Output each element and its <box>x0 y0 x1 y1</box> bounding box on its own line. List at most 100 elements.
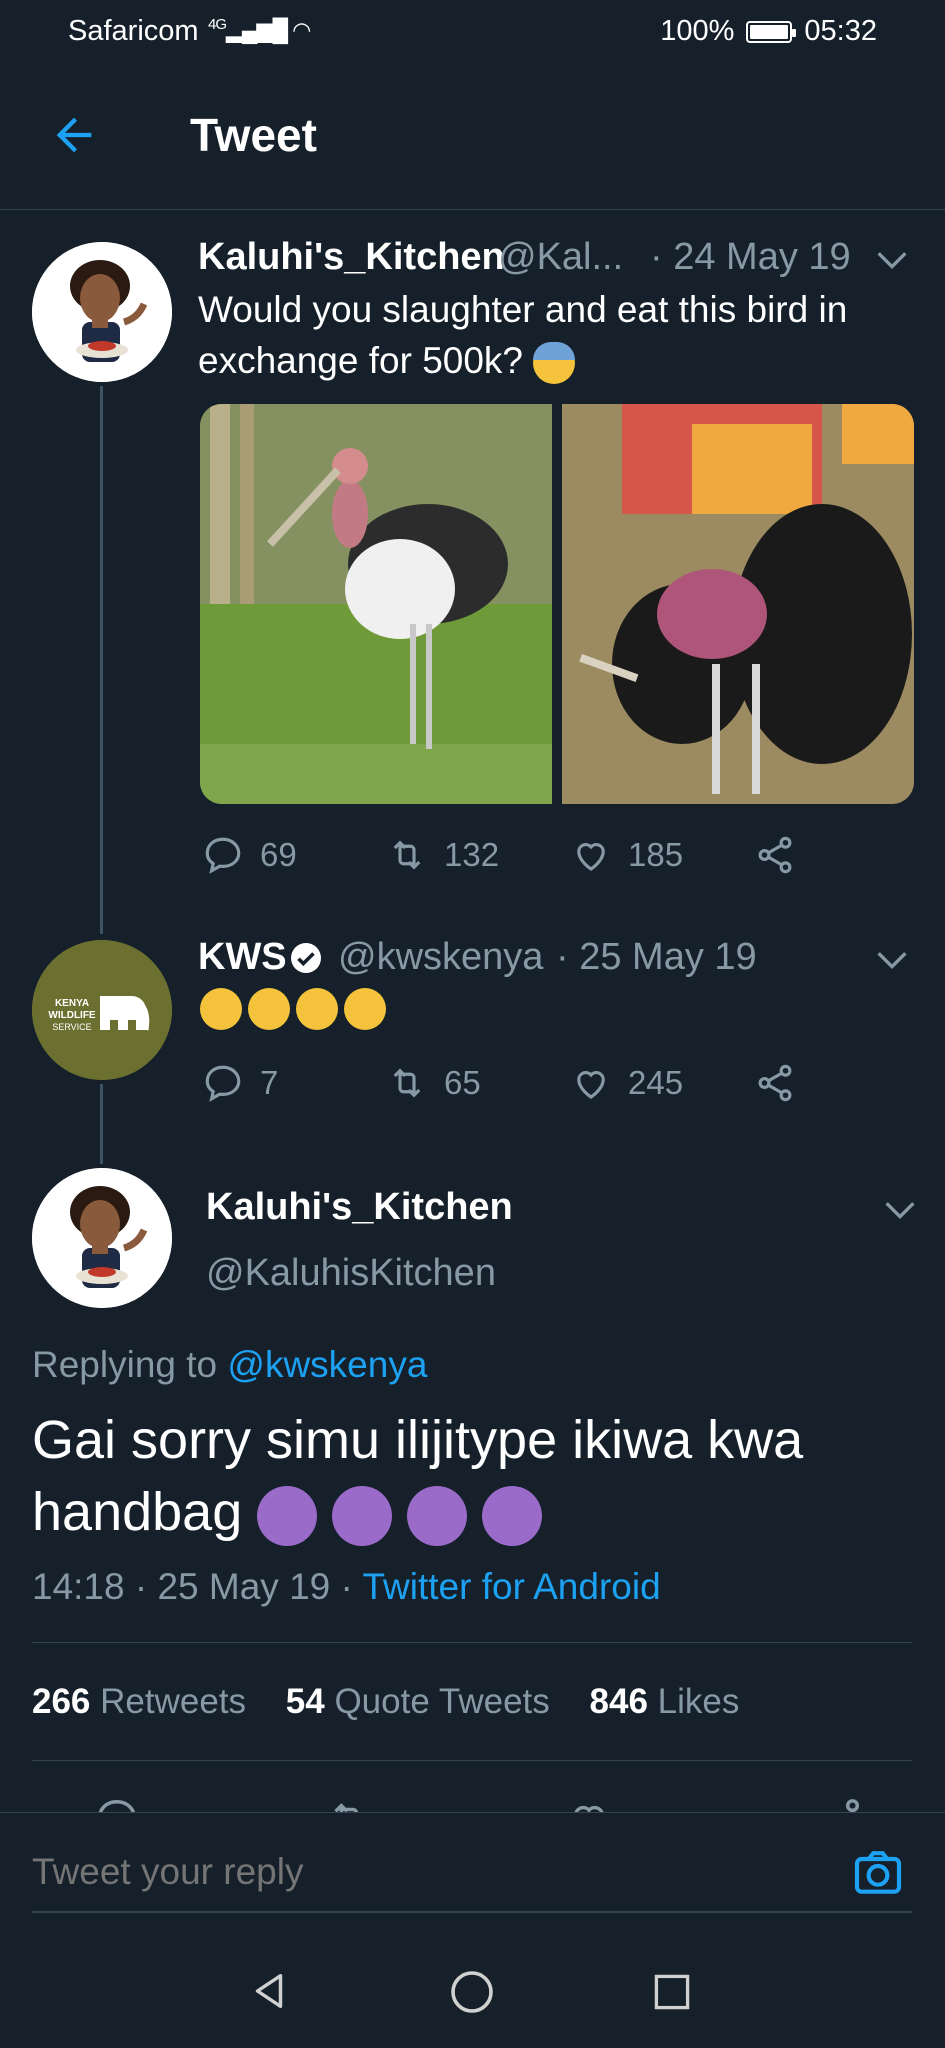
replying-to-label: Replying to <box>32 1344 218 1385</box>
network-type: 4G <box>208 16 227 33</box>
stats-divider-top <box>32 1642 912 1643</box>
tweet1-date[interactable]: · 24 May 19 <box>650 236 851 279</box>
heart-icon[interactable] <box>566 1796 612 1812</box>
top-app-bar: Tweet <box>0 64 945 210</box>
woman-gesturing-ok-emoji <box>407 1485 468 1546</box>
tweet2-date[interactable]: · 25 May 19 <box>556 936 757 979</box>
likes-stat[interactable]: 846 Likes <box>590 1682 740 1721</box>
reply-button-2[interactable]: 7 <box>202 1062 386 1104</box>
nav-back-icon[interactable] <box>246 1968 292 2014</box>
tweet1-text-block: Would you slaughter and eat this bird in… <box>198 284 898 386</box>
woman-gesturing-ok-emoji <box>332 1485 393 1546</box>
status-right: 100% 05:32 <box>660 15 877 48</box>
verified-badge-icon <box>291 943 321 973</box>
share-button-2[interactable] <box>754 1062 796 1104</box>
like-count-2: 245 <box>628 1064 684 1101</box>
main-author-handle[interactable]: @KaluhisKitchen <box>206 1252 496 1295</box>
like-count: 185 <box>628 836 684 873</box>
signal-icon: 4G▂▄▆█ ◠ <box>208 16 311 43</box>
reply-icon <box>205 837 241 874</box>
tweet1-handle[interactable]: @Kal... <box>498 236 623 279</box>
monocle-face-emoji <box>248 988 290 1030</box>
retweets-stat[interactable]: 266 Retweets <box>32 1682 246 1721</box>
thread-connector <box>100 386 103 934</box>
retweets-label: Retweets <box>100 1682 247 1721</box>
monocle-face-emoji <box>200 988 242 1030</box>
tweet1-photo-slaughter[interactable] <box>562 404 914 804</box>
back-arrow-icon[interactable] <box>48 109 100 161</box>
tweet2-handle[interactable]: @kwskenya <box>338 936 543 979</box>
retweets-count: 266 <box>32 1682 91 1721</box>
anxious-face-emoji <box>533 342 576 385</box>
like-button-2[interactable]: 245 <box>570 1062 754 1104</box>
share-icon[interactable] <box>818 1796 864 1812</box>
retweet-button[interactable]: 132 <box>386 834 570 876</box>
nav-home-icon[interactable] <box>448 1968 496 2016</box>
reply-composer-bar <box>0 1812 945 1930</box>
tweet1-actions: 69 132 185 <box>202 834 822 876</box>
carrier-label: Safaricom <box>68 15 199 47</box>
monocle-face-emoji <box>296 988 338 1030</box>
tweet1-text: Would you slaughter and eat this bird in… <box>198 289 848 381</box>
avatar-illustration <box>32 242 172 382</box>
share-icon <box>758 836 792 874</box>
battery-icon <box>746 20 797 43</box>
retweet-icon[interactable] <box>326 1796 372 1812</box>
likes-label: Likes <box>657 1682 740 1721</box>
main-author-name[interactable]: Kaluhi's_Kitchen <box>206 1186 513 1229</box>
main-tweet-source[interactable]: Twitter for Android <box>362 1566 660 1607</box>
svg-text:SERVICE: SERVICE <box>52 1022 91 1032</box>
nav-recents-icon[interactable] <box>650 1970 694 2014</box>
reply-underline <box>32 1911 912 1913</box>
avatar-kaluhi-main[interactable] <box>32 1168 172 1308</box>
main-tweet-timestamp: 14:18 · 25 May 19 · Twitter for Android <box>32 1566 661 1608</box>
retweet-button-2[interactable]: 65 <box>386 1062 570 1104</box>
kws-logo: KENYA WILDLIFE SERVICE <box>32 940 172 1080</box>
heart-icon <box>577 1071 605 1099</box>
stork-photo-image <box>200 404 552 804</box>
share-button[interactable] <box>754 834 796 876</box>
avatar-kaluhi[interactable] <box>32 242 172 382</box>
tweet2-author-name[interactable]: KWS <box>198 936 287 979</box>
reply-icon <box>205 1065 241 1102</box>
quotes-stat[interactable]: 54 Quote Tweets <box>286 1682 550 1721</box>
camera-icon[interactable] <box>850 1845 906 1901</box>
tweet1-author-name[interactable]: Kaluhi's_Kitchen <box>198 236 505 279</box>
thinking-face-emoji <box>344 988 386 1030</box>
retweet-count: 132 <box>444 836 500 873</box>
svg-text:WILDLIFE: WILDLIFE <box>48 1010 96 1021</box>
status-bar: Safaricom 4G▂▄▆█ ◠ 100% 05:32 <box>0 0 945 64</box>
quotes-count: 54 <box>285 1682 325 1721</box>
reply-count-2: 7 <box>260 1064 279 1101</box>
stats-divider-bottom <box>32 1760 912 1761</box>
slaughter-photo-image <box>562 404 914 804</box>
battery-percent: 100% <box>660 15 735 47</box>
chevron-down-icon-3[interactable] <box>880 1190 920 1230</box>
thread-connector-2 <box>100 1084 103 1164</box>
avatar-illustration <box>32 1168 172 1308</box>
chevron-down-icon[interactable] <box>872 240 912 280</box>
chevron-down-icon-2[interactable] <box>872 940 912 980</box>
heart-icon <box>577 843 605 871</box>
woman-gesturing-ok-emoji <box>257 1485 318 1546</box>
tweet1-photo-stork[interactable] <box>200 404 552 804</box>
retweet-icon <box>393 1068 421 1098</box>
system-nav-bar <box>0 1930 945 2048</box>
main-tweet-text-block: Gai sorry simu ilijitype ikiwa kwa handb… <box>32 1404 912 1548</box>
replying-to-handle[interactable]: @kwskenya <box>227 1344 427 1385</box>
avatar-kws[interactable]: KENYA WILDLIFE SERVICE <box>32 940 172 1080</box>
tweet2-emojis <box>200 988 386 1030</box>
reply-count: 69 <box>260 836 297 873</box>
clock: 05:32 <box>804 15 877 47</box>
page-title: Tweet <box>190 109 317 161</box>
reply-icon[interactable] <box>94 1796 140 1812</box>
reply-input[interactable] <box>32 1843 812 1901</box>
reply-button[interactable]: 69 <box>202 834 386 876</box>
like-button[interactable]: 185 <box>570 834 754 876</box>
quotes-label: Quote Tweets <box>334 1682 550 1721</box>
main-tweet-time-date: 14:18 · 25 May 19 · <box>32 1566 353 1607</box>
retweet-icon <box>393 840 421 870</box>
main-tweet-actions <box>0 1796 945 1812</box>
tweet2-actions: 7 65 245 <box>202 1062 822 1104</box>
replying-to: Replying to @kwskenya <box>32 1344 427 1386</box>
